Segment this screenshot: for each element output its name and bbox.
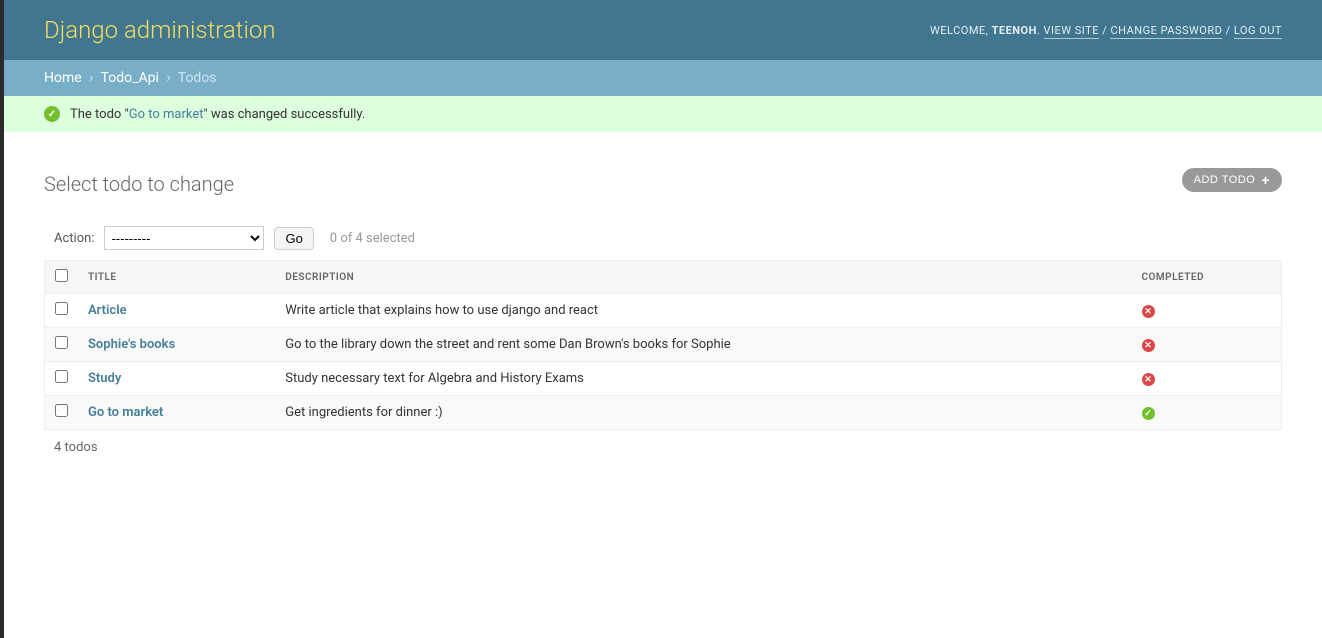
view-site-link[interactable]: VIEW SITE [1044,24,1099,39]
actions-bar: Action: --------- Go 0 of 4 selected [44,216,1282,260]
table-row: Sophie's books Go to the library down the… [45,328,1282,362]
cross-icon: ✕ [1142,305,1155,318]
breadcrumb-current: Todos [178,70,217,86]
message-suffix: " was changed successfully. [203,107,365,122]
row-title-link[interactable]: Go to market [88,405,163,420]
results-table: TITLE DESCRIPTION COMPLETED Article Write… [44,260,1282,430]
action-counter: 0 of 4 selected [330,231,415,246]
row-title-link[interactable]: Sophie's books [88,337,175,352]
welcome-label: WELCOME, [930,24,988,37]
row-description: Go to the library down the street and re… [275,328,1131,362]
success-message: ✓ The todo "Go to market" was changed su… [4,96,1322,132]
page-title: Select todo to change [44,172,1282,196]
add-todo-button[interactable]: ADD TODO + [1182,168,1282,192]
action-select[interactable]: --------- [104,226,264,250]
row-checkbox[interactable] [55,336,68,349]
add-todo-label: ADD TODO [1194,174,1256,186]
logout-link[interactable]: LOG OUT [1234,24,1282,39]
check-icon: ✓ [1142,407,1155,420]
paginator: 4 todos [44,430,1282,465]
table-row: Study Study necessary text for Algebra an… [45,362,1282,396]
go-button[interactable]: Go [274,227,313,250]
plus-icon: + [1261,173,1270,187]
cross-icon: ✕ [1142,373,1155,386]
breadcrumb-home[interactable]: Home [44,70,82,86]
site-title[interactable]: Django administration [44,16,276,44]
row-checkbox[interactable] [55,404,68,417]
message-object-link[interactable]: Go to market [129,107,204,122]
action-label: Action: [54,231,94,246]
cross-icon: ✕ [1142,339,1155,352]
breadcrumb-app[interactable]: Todo_Api [101,70,159,86]
row-description: Write article that explains how to use d… [275,294,1131,328]
header: Django administration WELCOME, TEENOH. V… [4,0,1322,60]
user-tools: WELCOME, TEENOH. VIEW SITE / CHANGE PASS… [930,24,1282,37]
table-row: Article Write article that explains how t… [45,294,1282,328]
username: TEENOH [992,24,1037,37]
row-checkbox[interactable] [55,302,68,315]
row-description: Get ingredients for dinner :) [275,396,1131,430]
change-password-link[interactable]: CHANGE PASSWORD [1110,24,1222,39]
row-checkbox[interactable] [55,370,68,383]
column-completed[interactable]: COMPLETED [1132,261,1282,294]
column-title[interactable]: TITLE [78,261,275,294]
breadcrumb: Home › Todo_Api › Todos [4,60,1322,96]
success-icon: ✓ [44,106,60,122]
table-row: Go to market Get ingredients for dinner :… [45,396,1282,430]
select-all-checkbox[interactable] [55,269,68,282]
column-description[interactable]: DESCRIPTION [275,261,1131,294]
row-title-link[interactable]: Article [88,303,127,318]
row-title-link[interactable]: Study [88,371,121,386]
message-prefix: The todo " [70,107,129,122]
row-description: Study necessary text for Algebra and His… [275,362,1131,396]
